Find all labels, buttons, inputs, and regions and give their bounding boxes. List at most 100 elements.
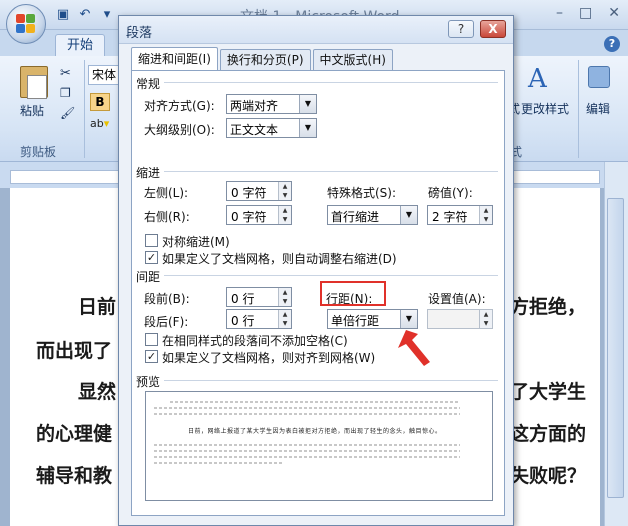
auto-adjust-indent-label: 如果定义了文档网格，则自动调整右缩进(D) xyxy=(162,252,397,266)
window-controls: – □ ✕ xyxy=(556,5,620,21)
dialog-title: 段落 xyxy=(126,26,153,41)
dialog-titlebar[interactable]: 段落 ? X xyxy=(119,16,513,44)
line-spacing-at-label: 设置值(A): xyxy=(428,292,486,306)
scrollbar-thumb[interactable] xyxy=(607,198,624,498)
preview-line xyxy=(170,401,460,403)
spin-up-icon[interactable]: ▲ xyxy=(279,310,291,319)
dialog-tabs: 缩进和间距(I) 换行和分页(P) 中文版式(H) xyxy=(131,47,395,70)
minimize-icon[interactable]: – xyxy=(556,5,563,21)
tab-indents-spacing[interactable]: 缩进和间距(I) xyxy=(131,47,218,70)
doc-text-line: 日前 xyxy=(78,296,117,318)
special-indent-label: 特殊格式(S): xyxy=(327,186,397,200)
space-after-label: 段后(F): xyxy=(144,315,189,329)
font-name-select[interactable]: 宋体 xyxy=(88,65,120,85)
spin-up-icon[interactable]: ▲ xyxy=(279,182,291,191)
special-indent-select[interactable]: 首行缩进 ▼ xyxy=(327,205,418,225)
indent-by-spinner[interactable]: 2 字符 ▲ ▼ xyxy=(427,205,493,225)
spin-down-icon[interactable]: ▼ xyxy=(279,319,291,328)
line-spacing-highlight-box xyxy=(320,281,386,306)
change-styles-button[interactable]: 更改样式 xyxy=(521,100,569,117)
format-painter-icon[interactable]: 🖌 xyxy=(60,106,75,120)
alignment-label: 对齐方式(G): xyxy=(144,99,215,113)
binoculars-icon[interactable] xyxy=(588,66,610,88)
indent-by-label: 磅值(Y): xyxy=(428,186,473,200)
chevron-down-icon: ▼ xyxy=(299,95,316,113)
no-space-same-style-label: 在相同样式的段落间不添加空格(C) xyxy=(162,334,348,348)
clipboard-group-label: 剪贴板 xyxy=(20,145,57,159)
office-button[interactable] xyxy=(6,4,46,44)
outline-level-select[interactable]: 正文文本 ▼ xyxy=(226,118,317,138)
dialog-help-button[interactable]: ? xyxy=(448,20,474,38)
help-icon[interactable]: ? xyxy=(604,36,620,52)
preview-sample-text: 日前，网络上报道了某大学生因为表白被拒对方拒绝，而出现了轻生的念头，触目惊心。 xyxy=(188,428,442,435)
alignment-value: 两端对齐 xyxy=(230,99,279,113)
spin-down-icon[interactable]: ▼ xyxy=(279,191,291,200)
paste-button[interactable]: 粘贴 xyxy=(20,102,44,119)
tab-home[interactable]: 开始 xyxy=(55,34,105,56)
preview-line xyxy=(154,444,460,446)
mirror-indent-label: 对称缩进(M) xyxy=(162,235,230,249)
indent-left-spinner[interactable]: 0 字符 ▲ ▼ xyxy=(226,181,292,201)
snap-to-grid-label: 如果定义了文档网格，则对齐到网格(W) xyxy=(162,351,376,365)
outline-level-value: 正文文本 xyxy=(230,123,279,137)
indent-right-spinner[interactable]: 0 字符 ▲ ▼ xyxy=(226,205,292,225)
special-indent-value: 首行缩进 xyxy=(331,210,380,224)
doc-text-line: 方拒绝， xyxy=(510,296,587,318)
spin-up-icon[interactable]: ▲ xyxy=(480,310,492,319)
line-spacing-at-spinner[interactable]: ▲ ▼ xyxy=(427,309,493,329)
section-general-title: 常规 xyxy=(136,77,161,91)
doc-text-line: 而出现了 xyxy=(36,340,113,362)
line-spacing-value: 单倍行距 xyxy=(331,314,380,328)
editing-button[interactable]: 编辑 xyxy=(586,100,610,117)
copy-icon[interactable]: ❐ xyxy=(60,86,71,100)
doc-text-line: 失败呢？ xyxy=(510,465,587,487)
doc-text-line: 了大学生 xyxy=(510,381,587,403)
alignment-select[interactable]: 两端对齐 ▼ xyxy=(226,94,317,114)
indent-right-label: 右侧(R): xyxy=(144,210,190,224)
space-after-spinner[interactable]: 0 行 ▲ ▼ xyxy=(226,309,292,329)
spin-down-icon[interactable]: ▼ xyxy=(480,215,492,224)
outline-level-label: 大纲级别(O): xyxy=(144,123,215,137)
mirror-indent-checkbox[interactable] xyxy=(145,234,158,247)
preview-line xyxy=(154,462,284,464)
no-space-same-style-checkbox[interactable] xyxy=(145,333,158,346)
chevron-down-icon: ▼ xyxy=(400,206,417,224)
section-divider xyxy=(164,171,498,172)
space-before-label: 段前(B): xyxy=(144,292,190,306)
doc-text-line: 显然 xyxy=(78,381,117,403)
close-window-icon[interactable]: ✕ xyxy=(608,5,620,21)
section-spacing-title: 间距 xyxy=(136,270,161,284)
spin-down-icon[interactable]: ▼ xyxy=(279,215,291,224)
space-before-value: 0 行 xyxy=(231,292,255,306)
tab-asian-typography[interactable]: 中文版式(H) xyxy=(312,49,393,70)
spin-down-icon[interactable]: ▼ xyxy=(279,297,291,306)
section-indent-title: 缩进 xyxy=(136,166,161,180)
spin-up-icon[interactable]: ▲ xyxy=(279,288,291,297)
cut-icon[interactable]: ✂ xyxy=(60,66,71,81)
section-divider xyxy=(164,275,498,276)
ribbon-separator xyxy=(84,60,85,158)
dropdown-icon[interactable]: ▾ xyxy=(99,7,115,23)
preview-line xyxy=(154,413,460,415)
change-styles-icon[interactable]: A xyxy=(528,64,547,94)
paste-icon[interactable] xyxy=(20,66,48,99)
doc-text-line: 辅导和教 xyxy=(36,465,113,487)
indent-by-value: 2 字符 xyxy=(432,210,468,224)
dialog-close-button[interactable]: X xyxy=(480,20,506,38)
office-logo-icon xyxy=(16,14,36,34)
spin-down-icon[interactable]: ▼ xyxy=(480,319,492,328)
space-before-spinner[interactable]: 0 行 ▲ ▼ xyxy=(226,287,292,307)
snap-to-grid-checkbox[interactable]: ✓ xyxy=(145,350,158,363)
undo-icon[interactable]: ↶ xyxy=(77,7,93,23)
indent-right-value: 0 字符 xyxy=(231,210,267,224)
auto-adjust-indent-checkbox[interactable]: ✓ xyxy=(145,251,158,264)
spin-up-icon[interactable]: ▲ xyxy=(279,206,291,215)
section-divider xyxy=(164,82,498,83)
preview-line xyxy=(154,450,460,452)
save-icon[interactable]: ▣ xyxy=(55,7,71,23)
spin-up-icon[interactable]: ▲ xyxy=(480,206,492,215)
maximize-icon[interactable]: □ xyxy=(579,5,592,21)
tab-line-page-breaks[interactable]: 换行和分页(P) xyxy=(219,49,311,70)
highlight-color-icon[interactable]: ab▾ xyxy=(90,117,114,135)
bold-button[interactable]: B xyxy=(90,93,110,111)
